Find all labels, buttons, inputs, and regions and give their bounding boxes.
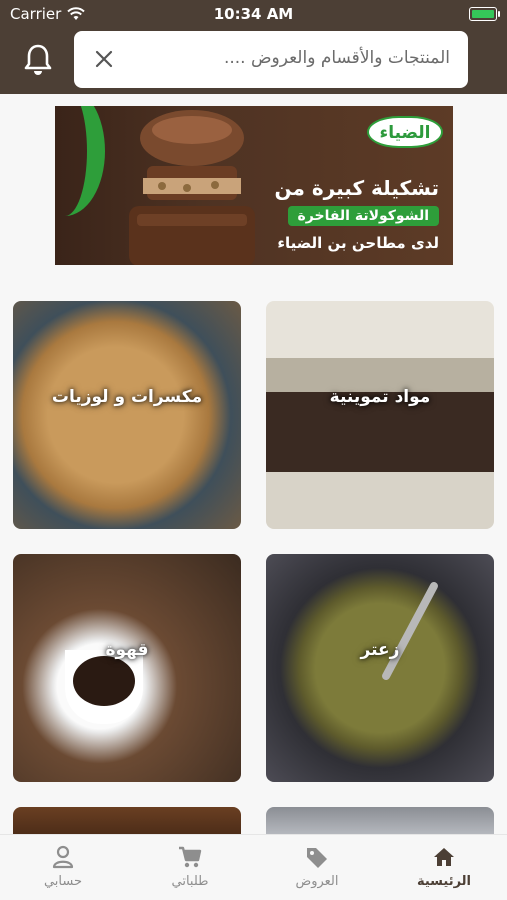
tab-orders[interactable]: طلباتي [127, 835, 253, 900]
chocolate-image [129, 110, 255, 265]
category-card-nuts[interactable]: مكسرات و لوزيات [13, 301, 241, 529]
search-bar[interactable]: المنتجات والأقسام والعروض .... [74, 31, 468, 88]
category-card-coffee[interactable]: قهوة [13, 554, 241, 782]
tab-label: حسابي [43, 874, 83, 889]
tab-account[interactable]: حسابي [0, 835, 126, 900]
category-card-zaatar[interactable]: زعتر [266, 554, 494, 782]
category-card-partial[interactable] [266, 807, 494, 837]
tag-icon [307, 848, 327, 868]
category-title: قهوة [105, 640, 149, 660]
promo-banner[interactable]: الضياء تشكيلة كبيرة من الشوكولاتة الفاخر… [55, 106, 453, 265]
close-icon[interactable] [94, 49, 114, 69]
tab-home[interactable]: الرئيسية [381, 835, 507, 900]
category-title: زعتر [360, 640, 400, 660]
spoon-image [380, 580, 440, 682]
tab-label: طلباتي [171, 874, 209, 889]
cart-icon [179, 846, 202, 868]
bell-icon [24, 44, 52, 75]
category-title: مواد تموينية [329, 387, 431, 407]
search-placeholder[interactable]: المنتجات والأقسام والعروض .... [224, 48, 450, 68]
banner-highlight: الشوكولاتة الفاخرة [287, 206, 439, 226]
coffee-cup-image [65, 650, 143, 724]
banner-subline: لدى مطاحن بن الضياء [277, 234, 439, 252]
tab-label: الرئيسية [416, 874, 472, 889]
user-icon [52, 845, 74, 869]
banner-accent-shape [55, 106, 105, 216]
notifications-button[interactable] [20, 42, 56, 78]
category-title: مكسرات و لوزيات [51, 387, 203, 407]
brand-logo: الضياء [367, 116, 443, 148]
banner-headline: تشكيلة كبيرة من [274, 176, 439, 200]
bottom-tab-bar: الرئيسية العروض طلباتي حسابي [0, 834, 507, 900]
home-icon [434, 848, 454, 866]
category-card-partial[interactable] [13, 807, 241, 837]
tab-offers[interactable]: العروض [254, 835, 380, 900]
app-header: Carrier 10:34 AM المنتجات والأقسام والعر… [0, 0, 507, 94]
category-card-groceries[interactable]: مواد تموينية [266, 301, 494, 529]
battery-icon [469, 7, 500, 21]
tab-label: العروض [295, 874, 339, 889]
status-time: 10:34 AM [213, 5, 294, 23]
status-bar: Carrier 10:34 AM [0, 0, 507, 28]
